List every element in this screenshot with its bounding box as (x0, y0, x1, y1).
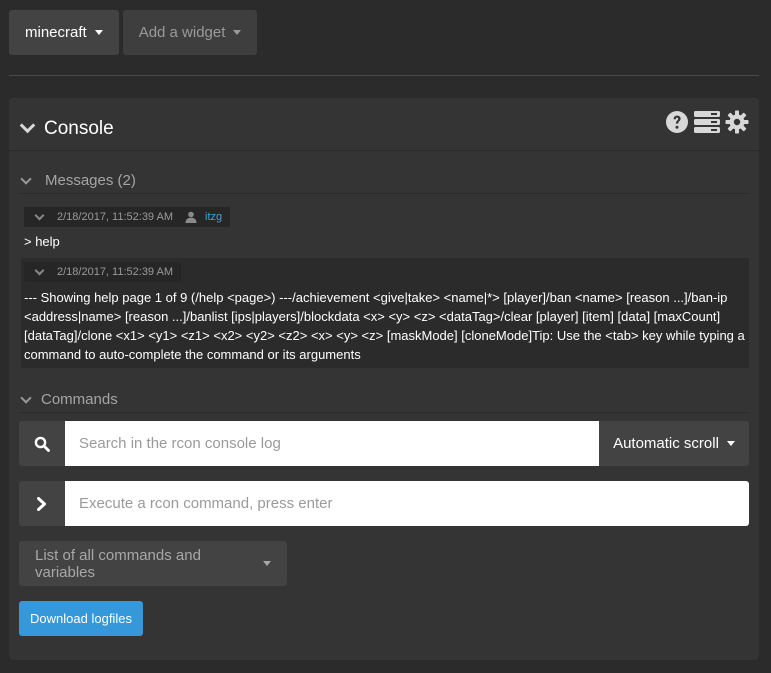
search-row: Automatic scroll (19, 421, 749, 466)
header-icons (665, 110, 749, 134)
message-meta: 2/18/2017, 11:52:39 AM itzg (24, 207, 231, 227)
execute-command-input[interactable] (65, 481, 749, 526)
divider (19, 412, 749, 413)
caret-down-icon (263, 561, 271, 566)
chevron-right-icon (37, 496, 46, 511)
add-widget-dropdown[interactable]: Add a widget (122, 10, 258, 55)
chevron-down-icon[interactable] (20, 173, 32, 185)
divider (19, 193, 749, 194)
server-dropdown-label: minecraft (25, 24, 87, 41)
console-title: Console (44, 118, 114, 139)
command-list-dropdown[interactable]: List of all commands and variables (19, 541, 287, 586)
list-icon[interactable] (694, 110, 720, 134)
help-icon[interactable] (665, 110, 689, 134)
message-meta: 2/18/2017, 11:52:39 AM (24, 262, 181, 282)
search-addon (19, 421, 65, 466)
prompt-addon (19, 481, 65, 526)
gear-icon[interactable] (725, 110, 749, 134)
chevron-down-icon[interactable] (34, 265, 45, 275)
chevron-down-icon[interactable] (19, 117, 36, 134)
server-dropdown[interactable]: minecraft (9, 10, 119, 55)
message-text: > help (24, 234, 60, 249)
user-icon (185, 211, 197, 223)
caret-down-icon (233, 30, 242, 35)
caret-down-icon (726, 441, 735, 446)
caret-down-icon (94, 30, 103, 35)
messages-section-label[interactable]: Messages (2) (45, 172, 136, 189)
commands-section-label[interactable]: Commands (41, 391, 118, 408)
add-widget-label: Add a widget (138, 24, 226, 41)
chevron-down-icon[interactable] (34, 210, 45, 220)
search-icon (34, 436, 50, 452)
message-timestamp: 2/18/2017, 11:52:39 AM (57, 211, 173, 223)
automatic-scroll-dropdown[interactable]: Automatic scroll (599, 421, 749, 466)
console-widget: Console Messages (2) 2/18/2017, 11:52:39… (9, 98, 759, 660)
download-logfiles-label: Download logfiles (30, 611, 132, 626)
message-username[interactable]: itzg (205, 211, 222, 223)
message-timestamp: 2/18/2017, 11:52:39 AM (57, 266, 173, 278)
console-header[interactable]: Console (9, 98, 759, 151)
command-list-label: List of all commands and variables (35, 546, 201, 581)
search-log-input[interactable] (65, 421, 599, 466)
execute-row (19, 481, 749, 526)
top-toolbar: minecraft Add a widget (9, 10, 258, 55)
chevron-down-icon[interactable] (20, 392, 32, 404)
automatic-scroll-label: Automatic scroll (613, 435, 719, 452)
download-logfiles-button[interactable]: Download logfiles (19, 601, 143, 636)
divider (9, 75, 759, 76)
message-text: --- Showing help page 1 of 9 (/help <pag… (24, 290, 745, 362)
